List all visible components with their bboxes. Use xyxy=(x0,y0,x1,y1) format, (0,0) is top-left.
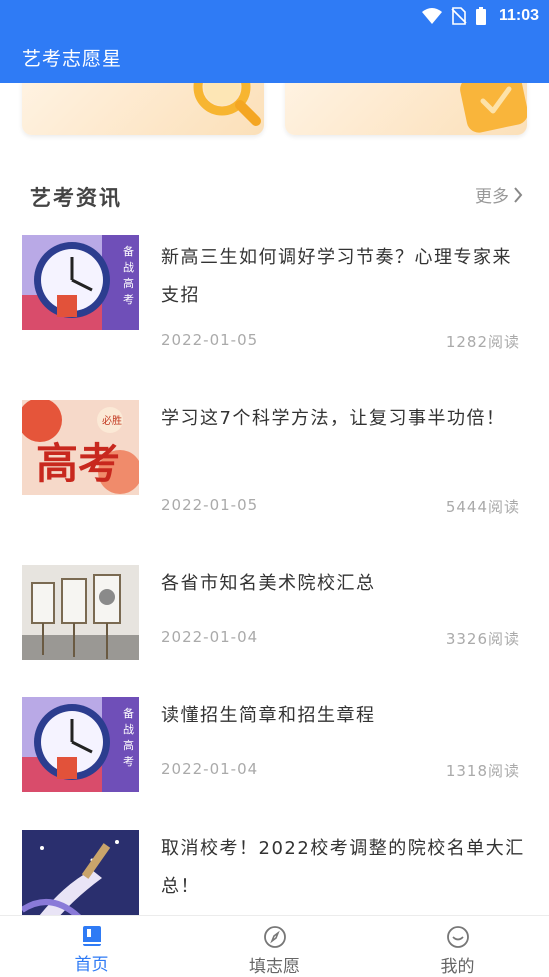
news-thumbnail: 备 战 高 考 xyxy=(22,697,139,792)
brush-poster-image xyxy=(22,830,139,915)
app-title: 艺考志愿星 xyxy=(22,48,123,70)
thumb-big-text: 高考 xyxy=(36,439,120,488)
more-label: 更多 xyxy=(475,187,509,207)
news-reads: 3326阅读 xyxy=(445,630,520,648)
tab-label: 首页 xyxy=(74,955,109,975)
bottom-tab-bar: 首页 填志愿 我的 xyxy=(0,915,549,977)
status-time: 11:03 xyxy=(498,7,539,24)
thumb-text-3: 高 xyxy=(123,276,134,290)
thumb-text-4: 考 xyxy=(123,755,134,768)
gaokao-poster-image: 必胜 高考 xyxy=(22,400,139,495)
check-badge-icon xyxy=(460,83,527,133)
feature-cards xyxy=(0,83,549,143)
news-reads: 5444阅读 xyxy=(445,498,520,516)
tab-label: 填志愿 xyxy=(249,957,300,977)
easel-photo-image xyxy=(22,565,139,660)
news-item[interactable]: 备 战 高 考 新高三生如何调好学习节奏？心理专家来支招 2022-01-05 … xyxy=(0,235,549,365)
thumb-small-text: 必胜 xyxy=(102,414,122,427)
smile-icon xyxy=(446,926,469,948)
news-item[interactable]: 必胜 高考 学习这7个科学方法，让复习事半功倍！ 2022-01-05 5444… xyxy=(0,400,549,530)
battery-icon xyxy=(475,7,486,25)
news-date: 2022-01-05 xyxy=(161,496,259,514)
news-date: 2022-01-04 xyxy=(161,628,259,646)
news-item[interactable]: 备 战 高 考 读懂招生简章和招生章程 2022-01-04 1318阅读 xyxy=(0,697,549,797)
clock-poster-image: 备 战 高 考 xyxy=(22,235,139,330)
no-sim-icon xyxy=(451,7,467,25)
thumb-text-2: 战 xyxy=(123,723,134,736)
news-thumbnail xyxy=(22,565,139,660)
feature-card-search[interactable] xyxy=(22,83,264,135)
news-title: 学习这7个科学方法，让复习事半功倍！ xyxy=(161,408,506,429)
feature-card-check[interactable] xyxy=(285,83,527,135)
news-item[interactable]: 取消校考！2022校考调整的院校名单大汇总！ xyxy=(0,830,549,915)
compass-icon xyxy=(263,926,286,948)
app-bar: 艺考志愿星 xyxy=(0,32,549,83)
news-title: 新高三生如何调好学习节奏？心理专家来支招 xyxy=(161,247,512,306)
news-title: 取消校考！2022校考调整的院校名单大汇总！ xyxy=(161,838,525,897)
news-date: 2022-01-05 xyxy=(161,331,259,349)
news-reads: 1282阅读 xyxy=(445,333,520,351)
book-icon xyxy=(82,926,101,946)
news-title: 各省市知名美术院校汇总 xyxy=(161,573,376,594)
more-button[interactable]: 更多 xyxy=(475,182,523,207)
news-title: 读懂招生简章和招生章程 xyxy=(161,705,376,726)
thumb-text-1: 备 xyxy=(123,706,134,720)
clock-poster-image: 备 战 高 考 xyxy=(22,697,139,792)
chevron-right-icon xyxy=(514,186,523,203)
tab-profile[interactable]: 我的 xyxy=(366,916,549,977)
news-thumbnail: 必胜 高考 xyxy=(22,400,139,495)
thumb-text-1: 备 xyxy=(123,244,134,258)
tab-fill-application[interactable]: 填志愿 xyxy=(183,916,366,977)
tab-label: 我的 xyxy=(440,957,475,977)
news-thumbnail: 备 战 高 考 xyxy=(22,235,139,330)
news-reads: 1318阅读 xyxy=(445,762,520,780)
news-date: 2022-01-04 xyxy=(161,760,259,778)
section-header: 艺考资讯 更多 xyxy=(0,178,549,214)
wifi-icon xyxy=(421,8,442,24)
news-thumbnail xyxy=(22,830,139,915)
news-item[interactable]: 各省市知名美术院校汇总 2022-01-04 3326阅读 xyxy=(0,565,549,665)
thumb-text-4: 考 xyxy=(123,293,134,306)
tab-home[interactable]: 首页 xyxy=(0,916,183,977)
status-bar: 11:03 xyxy=(0,0,549,32)
search-icon xyxy=(193,83,261,126)
section-title: 艺考资讯 xyxy=(30,186,122,210)
thumb-text-3: 高 xyxy=(123,738,134,752)
thumb-text-2: 战 xyxy=(123,261,134,274)
